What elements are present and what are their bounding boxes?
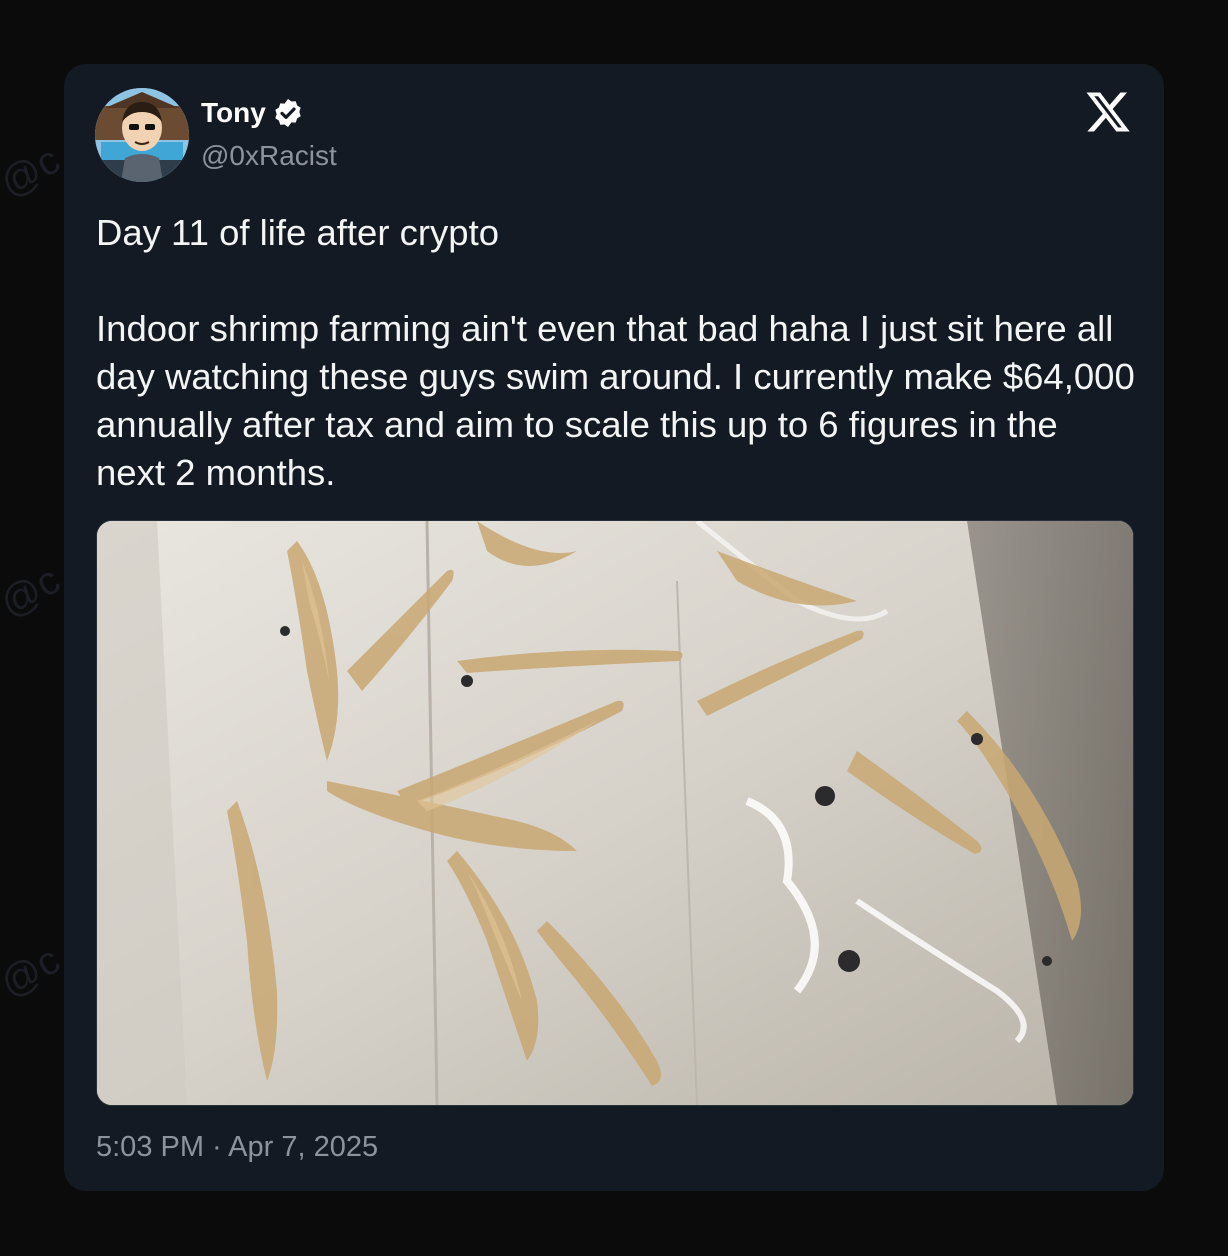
tweet-text: Day 11 of life after crypto Indoor shrim…	[96, 212, 1135, 493]
tweet-timestamp[interactable]: 5:03 PM · Apr 7, 2025	[96, 1131, 378, 1164]
author-name-row[interactable]: Tony	[201, 97, 304, 129]
background-watermark: @c	[0, 137, 68, 207]
avatar[interactable]	[95, 88, 189, 182]
x-logo-icon[interactable]	[1084, 88, 1132, 136]
background-watermark: @c	[0, 937, 68, 1007]
tweet-card[interactable]: Tony @0xRacist Day 11 of life after cryp…	[64, 64, 1164, 1191]
verified-check-icon	[275, 99, 301, 127]
author-handle[interactable]: @0xRacist	[201, 140, 337, 172]
tweet-photo-shrimp-tank[interactable]	[96, 520, 1134, 1106]
background-watermark: @c	[0, 557, 68, 627]
author-name[interactable]: Tony	[201, 97, 266, 129]
